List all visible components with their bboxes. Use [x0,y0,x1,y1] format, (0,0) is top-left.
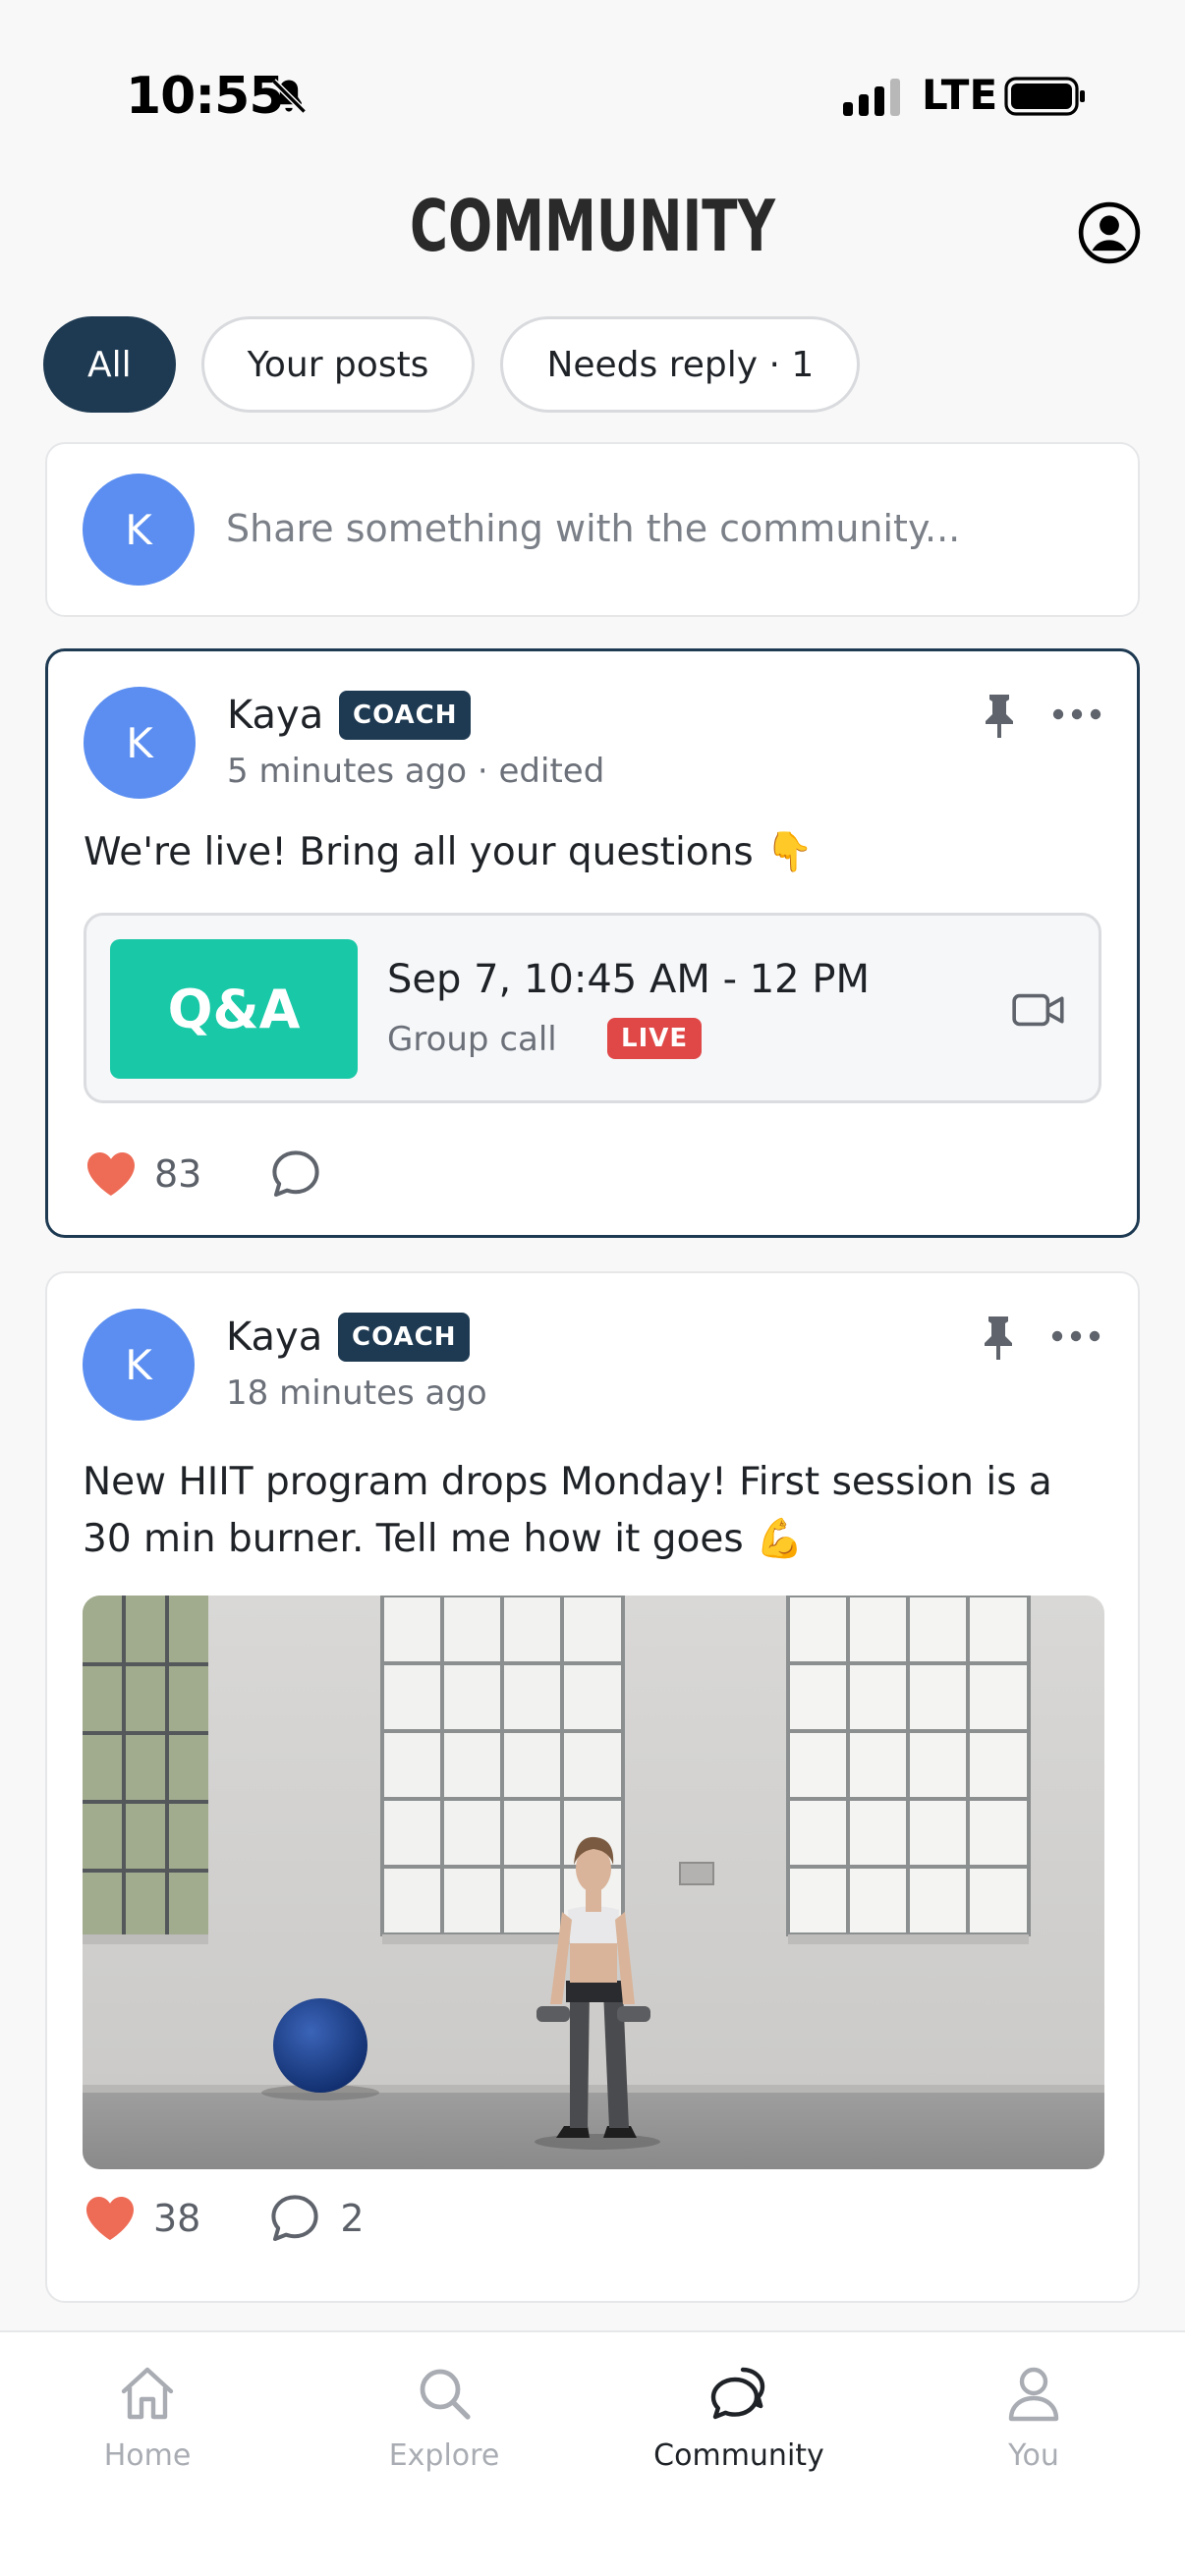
post-card[interactable]: K Kaya COACH 18 minutes ago New HIIT pro… [45,1271,1140,2303]
tab-community[interactable]: Community [641,2362,837,2473]
event-thumbnail: Q&A [110,939,358,1079]
bell-off-icon [271,79,307,114]
author-name[interactable]: Kaya [227,693,323,738]
post-timestamp: 18 minutes ago [226,1373,487,1413]
more-options-icon[interactable] [1052,702,1101,726]
status-bar: 10:55 LTE [0,0,1185,187]
tab-you[interactable]: You [935,2362,1132,2473]
comment-icon[interactable] [270,1148,321,1200]
event-card[interactable]: Q&A Sep 7, 10:45 AM - 12 PM Group call L… [84,913,1101,1103]
comment-count: 2 [340,2197,365,2240]
live-badge: LIVE [607,1018,703,1059]
filter-your-posts[interactable]: Your posts [200,316,476,413]
filter-all[interactable]: All [43,316,176,413]
author-name[interactable]: Kaya [226,1315,322,1360]
reactions-bar: 83 [85,1148,341,1200]
chat-bubbles-icon [710,2367,765,2420]
avatar: K [83,474,195,586]
tab-explore[interactable]: Explore [346,2362,542,2473]
reactions-bar: 38 2 [85,2193,365,2244]
signal-icon [843,79,900,116]
coach-badge: COACH [339,691,472,740]
video-camera-icon[interactable] [1012,992,1065,1028]
search-icon [420,2369,471,2420]
pin-icon [985,1316,1012,1360]
tab-home[interactable]: Home [49,2362,246,2473]
avatar[interactable]: K [83,1309,195,1421]
avatar[interactable]: K [84,687,196,799]
battery-icon [1004,77,1085,116]
bottom-tab-bar: Home Explore Community You [0,2330,1185,2576]
post-composer[interactable]: K Share something with the community... [45,442,1140,617]
heart-icon[interactable] [85,2195,136,2242]
composer-placeholder[interactable]: Share something with the community... [226,507,960,550]
account-circle-icon[interactable] [1077,200,1142,265]
comment-icon[interactable] [269,2193,320,2244]
tab-label: Home [103,2438,192,2473]
post-image[interactable] [83,1596,1104,2169]
post-card[interactable]: K Kaya COACH 5 minutes ago · edited We'r… [45,648,1140,1238]
page-title: COMMUNITY [410,185,775,267]
tab-label: Community [653,2438,824,2473]
home-icon [121,2367,174,2420]
person-icon [1008,2367,1059,2422]
post-text: We're live! Bring all your questions 👇 [84,830,814,874]
like-count: 38 [153,2197,201,2240]
like-count: 83 [154,1152,202,1196]
more-options-icon[interactable] [1051,1324,1100,1348]
tab-label: You [1008,2438,1059,2473]
tab-label: Explore [388,2438,500,2473]
filter-needs-reply[interactable]: Needs reply · 1 [500,316,861,413]
post-timestamp: 5 minutes ago · edited [227,752,605,791]
status-time: 10:55 [126,67,285,126]
network-type: LTE [922,71,998,119]
heart-icon[interactable] [85,1150,137,1198]
event-date: Sep 7, 10:45 AM - 12 PM [387,957,870,1002]
coach-badge: COACH [338,1313,471,1362]
pin-icon [986,695,1013,738]
filter-chips: All Your posts Needs reply · 1 [43,316,861,413]
event-type: Group call [387,1020,557,1059]
post-text: New HIIT program drops Monday! First ses… [83,1460,1052,1561]
